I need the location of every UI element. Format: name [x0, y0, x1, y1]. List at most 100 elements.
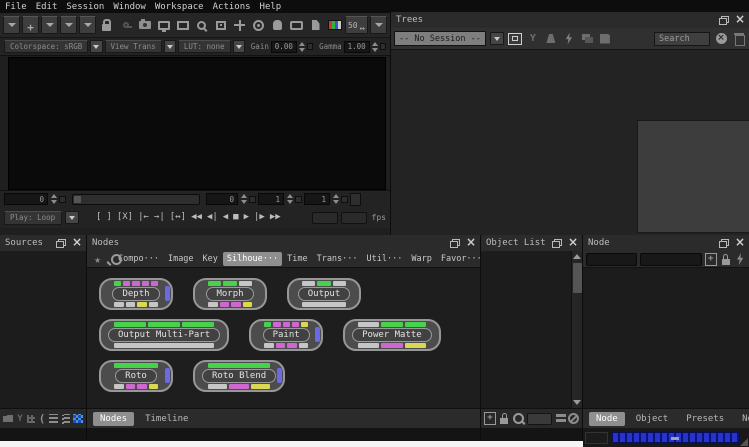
lock-node-icon[interactable]	[721, 253, 731, 266]
gain-stepper[interactable]	[299, 41, 305, 53]
close-panel-icon[interactable]	[71, 238, 81, 248]
zoom-level-field[interactable]: 50	[345, 16, 368, 34]
play-reverse-button[interactable]: ◀	[223, 213, 228, 222]
trees-body[interactable]	[391, 50, 749, 235]
add-parameter-icon[interactable]	[705, 252, 717, 266]
close-panel-icon[interactable]	[567, 238, 577, 248]
favorites-star-icon[interactable]	[89, 250, 106, 268]
menu-item-workspace[interactable]: Workspace	[155, 2, 204, 12]
colorspace-button[interactable]: Colorspace: sRGB	[4, 40, 88, 53]
process-node-icon[interactable]	[734, 252, 746, 266]
gain-field[interactable]: 0.00	[271, 41, 297, 53]
scrollbar-thumb[interactable]	[573, 263, 582, 293]
tab-notes[interactable]: Notes	[735, 412, 749, 426]
menu-item-session[interactable]: Session	[66, 2, 104, 12]
color-channels-icon[interactable]	[326, 16, 343, 34]
clear-search-icon[interactable]	[714, 31, 728, 46]
step-forward-button[interactable]: |▶	[254, 213, 265, 222]
lut-button[interactable]: LUT: none	[178, 40, 231, 53]
node-depth[interactable]: Depth	[99, 278, 173, 310]
add-viewer-button[interactable]	[22, 16, 39, 34]
lock-object-icon[interactable]	[499, 412, 509, 425]
node-output[interactable]: Output	[287, 278, 361, 310]
lut-dropdown-icon[interactable]	[233, 40, 245, 53]
process-icon[interactable]	[562, 31, 576, 46]
save-icon[interactable]	[598, 31, 612, 46]
mark-out-button[interactable]: ]	[106, 213, 111, 222]
step-back-button[interactable]: ◀|	[207, 213, 218, 222]
range-end-stepper[interactable]	[286, 193, 293, 205]
node-name-field[interactable]	[586, 253, 637, 266]
tab-timeline[interactable]: Timeline	[138, 412, 195, 426]
thumbnail-view-icon[interactable]	[73, 412, 83, 426]
hand-icon[interactable]	[269, 16, 286, 34]
tab-presets[interactable]: Presets	[679, 412, 731, 426]
goto-start-button[interactable]: |←	[138, 213, 149, 222]
node-preset-field[interactable]	[640, 253, 702, 266]
layout-dropdown-button[interactable]	[3, 16, 20, 34]
node-paint[interactable]: Paint	[249, 319, 323, 351]
range-start-field[interactable]: 0	[206, 193, 238, 205]
view-transform-dropdown-icon[interactable]	[164, 40, 176, 53]
tab-node[interactable]: Node	[589, 412, 625, 426]
pan-zoom-icon[interactable]	[231, 16, 248, 34]
media-icon[interactable]	[580, 31, 594, 46]
source-proxy-icon[interactable]	[27, 412, 35, 426]
play-mode-select[interactable]: Play: Loop	[4, 211, 62, 225]
fps-field-1[interactable]	[312, 212, 338, 224]
scroll-up-icon[interactable]	[572, 251, 583, 262]
menu-item-file[interactable]: File	[5, 2, 27, 12]
play-range-button[interactable]: [↔]	[170, 213, 186, 222]
search-input[interactable]	[654, 32, 710, 46]
timeline-slider-thumb[interactable]	[74, 196, 81, 203]
fast-forward-button[interactable]: ▶▶	[270, 213, 281, 222]
range-start-keyframe-button[interactable]	[249, 196, 256, 203]
frame-lock-button[interactable]	[350, 193, 361, 206]
trash-icon[interactable]	[732, 31, 746, 46]
render-icon[interactable]	[544, 31, 558, 46]
stop-button[interactable]: ■	[233, 213, 238, 222]
current-frame-field[interactable]: 0	[4, 193, 48, 205]
current-frame-keyframe-button[interactable]	[59, 196, 66, 203]
node-roto-blend[interactable]: Roto Blend	[193, 360, 285, 392]
object-list-scrollbar[interactable]	[571, 251, 582, 408]
snapshot-icon[interactable]	[136, 16, 153, 34]
key-icon[interactable]	[117, 16, 134, 34]
float-panel-icon[interactable]	[450, 239, 460, 248]
tab-nodes[interactable]: Nodes	[93, 412, 134, 426]
region-icon[interactable]	[174, 16, 191, 34]
node-properties-body[interactable]	[583, 268, 749, 408]
compare-dropdown-button[interactable]	[79, 16, 96, 34]
range-end-field[interactable]: 1	[258, 193, 284, 205]
step-keyframe-button[interactable]	[341, 196, 348, 203]
node-power-matte[interactable]: Power Matte	[343, 319, 441, 351]
menu-item-help[interactable]: Help	[260, 2, 282, 12]
step-stepper[interactable]	[332, 193, 339, 205]
pixel-probe-icon[interactable]	[212, 16, 229, 34]
menu-item-actions[interactable]: Actions	[213, 2, 251, 12]
close-panel-icon[interactable]	[734, 15, 744, 25]
tab-silhoue[interactable]: Silhoue···	[223, 252, 282, 266]
session-dropdown-icon[interactable]	[490, 32, 504, 45]
step-field[interactable]: 1	[304, 193, 330, 205]
timeline-slider[interactable]	[72, 194, 200, 205]
monitor-icon[interactable]	[155, 16, 172, 34]
magnifier-icon[interactable]	[193, 16, 210, 34]
float-panel-icon[interactable]	[719, 16, 729, 25]
menu-item-edit[interactable]: Edit	[36, 2, 58, 12]
add-object-icon[interactable]	[484, 412, 496, 426]
view-transform-button[interactable]: View Trans	[105, 40, 162, 53]
range-end-keyframe-button[interactable]	[295, 196, 302, 203]
current-frame-stepper[interactable]	[50, 193, 57, 205]
scroll-down-icon[interactable]	[572, 397, 583, 408]
note-icon[interactable]	[307, 16, 324, 34]
clear-marks-button[interactable]: [X]	[117, 213, 133, 222]
tab-warp[interactable]: Warp	[407, 252, 435, 266]
object-list-body[interactable]	[481, 251, 582, 408]
float-panel-icon[interactable]	[719, 239, 729, 248]
fps-field-2[interactable]	[341, 212, 367, 224]
menu-item-window[interactable]: Window	[113, 2, 146, 12]
list-view-icon[interactable]	[49, 412, 58, 426]
tab-trans[interactable]: Trans···	[313, 252, 362, 266]
detail-view-icon[interactable]	[61, 412, 70, 426]
